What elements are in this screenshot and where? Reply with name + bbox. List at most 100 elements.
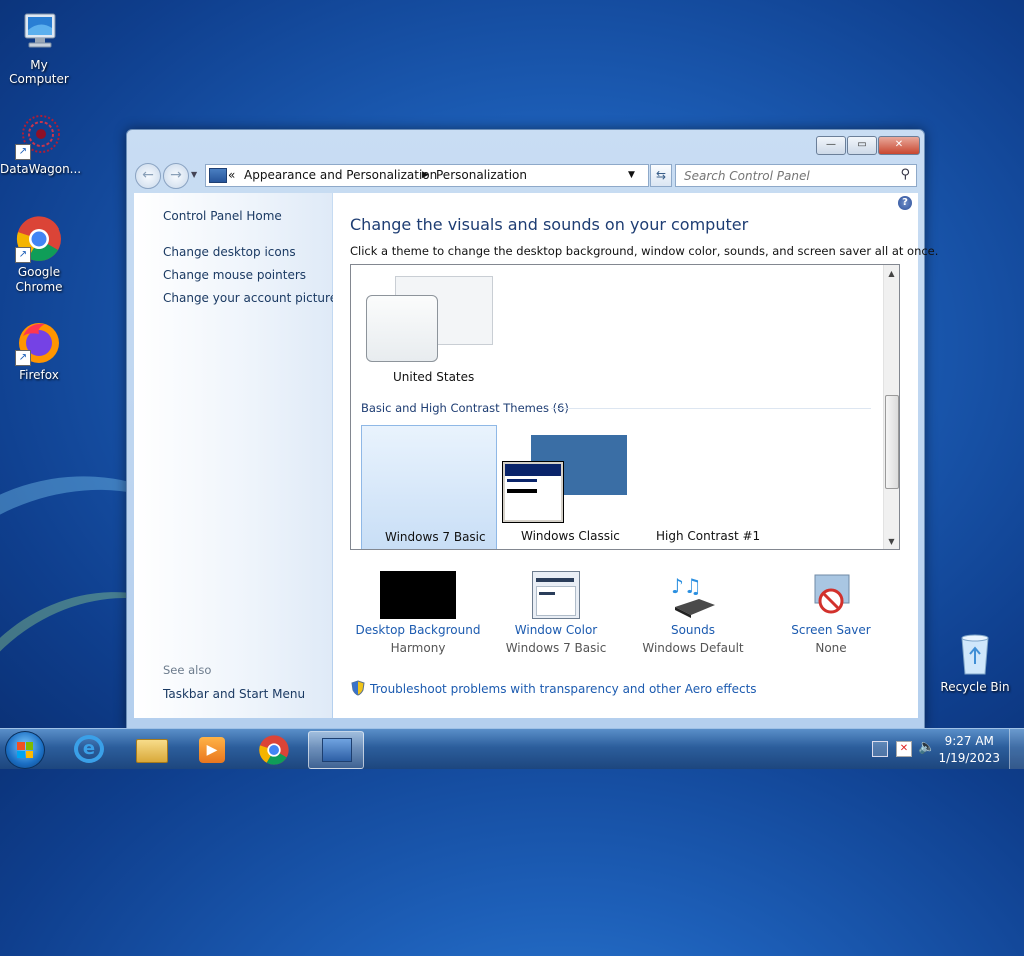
back-button[interactable]: ← <box>135 163 161 189</box>
internet-explorer-icon: e <box>74 735 104 763</box>
address-dropdown-icon[interactable]: ▼ <box>628 170 635 180</box>
datawagon-icon: ↗ <box>15 112 63 160</box>
network-icon[interactable] <box>872 741 888 757</box>
taskbar-media-player[interactable]: ▶ <box>185 731 239 767</box>
recent-pages-dropdown[interactable]: ▼ <box>191 170 197 179</box>
setting-label[interactable]: Window Color <box>491 623 621 637</box>
group-header-basic-themes: Basic and High Contrast Themes (6) <box>361 401 569 415</box>
breadcrumb-personalization[interactable]: Personalization <box>436 168 527 182</box>
setting-label[interactable]: Sounds <box>628 623 758 637</box>
theme-label: Windows 7 Basic <box>385 530 486 544</box>
window-color-setting[interactable]: Window Color Windows 7 Basic <box>491 571 621 655</box>
desktop-icon-datawagon[interactable]: ↗ DataWagon... <box>0 112 82 176</box>
theme-preview-window <box>502 461 564 523</box>
action-center-icon[interactable]: ✕ <box>896 741 912 757</box>
theme-windows-classic[interactable]: Windows Classic <box>499 425 633 549</box>
screen-saver-setting[interactable]: Screen Saver None <box>766 571 896 655</box>
page-title: Change the visuals and sounds on your co… <box>350 215 749 234</box>
task-pane: Control Panel Home Change desktop icons … <box>134 193 337 718</box>
help-icon[interactable]: ? <box>898 196 912 210</box>
theme-label: United States <box>393 370 475 384</box>
personalization-window: — ▭ ✕ ← → ▼ « Appearance and Personaliza… <box>126 129 938 729</box>
desktop-icon-label: Recycle Bin <box>940 680 1010 694</box>
theme-label: Windows Classic <box>521 529 620 543</box>
setting-label[interactable]: Desktop Background <box>353 623 483 637</box>
scroll-down-icon[interactable]: ▼ <box>884 537 899 546</box>
close-button[interactable]: ✕ <box>878 136 920 155</box>
system-tray: ✕ 🔈 9:27 AM 1/19/2023 <box>864 729 1024 769</box>
see-also-label: See also <box>163 663 212 677</box>
theme-label: High Contrast #1 <box>656 529 761 543</box>
setting-value: None <box>815 641 847 655</box>
desktop-background-setting[interactable]: Desktop Background Harmony <box>353 571 483 655</box>
breadcrumb-prefix[interactable]: « <box>228 168 235 182</box>
theme-united-states[interactable]: United States <box>361 273 495 393</box>
desktop-icon-recycle-bin[interactable]: Recycle Bin <box>936 630 1014 694</box>
show-desktop-button[interactable] <box>1009 729 1024 769</box>
setting-value: Windows Default <box>642 641 744 655</box>
clock-date: 1/19/2023 <box>938 751 1000 765</box>
theme-high-contrast-1[interactable]: High Contrast #1 <box>637 425 771 549</box>
shortcut-arrow-icon: ↗ <box>15 247 31 263</box>
clock-time: 9:27 AM <box>944 734 994 748</box>
theme-windows-7-basic[interactable]: Windows 7 Basic <box>361 425 497 549</box>
troubleshoot-label[interactable]: Troubleshoot problems with transparency … <box>370 682 757 696</box>
scroll-up-icon[interactable]: ▲ <box>884 269 899 278</box>
change-account-picture-link[interactable]: Change your account picture <box>163 291 337 305</box>
desktop-icon-my-computer[interactable]: My Computer <box>0 8 78 86</box>
chrome-icon <box>259 735 289 765</box>
volume-icon[interactable]: 🔈 <box>918 739 935 755</box>
page-subtitle: Click a theme to change the desktop back… <box>350 244 939 258</box>
group-divider <box>551 408 871 409</box>
desktop-icon-label: My Computer <box>9 58 69 86</box>
theme-list-scrollbar[interactable]: ▲ ▼ <box>883 265 899 549</box>
search-icon[interactable]: ⚲ <box>900 167 910 182</box>
sounds-icon: ♪♫ <box>669 571 717 619</box>
control-panel-icon <box>322 738 352 762</box>
address-bar[interactable]: « Appearance and Personalization ▶ Perso… <box>205 164 649 187</box>
desktop-icon-firefox[interactable]: ↗ Firefox <box>0 318 78 382</box>
change-mouse-pointers-link[interactable]: Change mouse pointers <box>163 268 306 282</box>
theme-preview-window <box>366 295 438 362</box>
search-input[interactable] <box>682 168 886 184</box>
setting-value: Windows 7 Basic <box>505 641 607 655</box>
theme-list: United States Basic and High Contrast Th… <box>350 264 900 550</box>
forward-button[interactable]: → <box>163 163 189 189</box>
windows-logo-icon <box>17 742 33 758</box>
shield-icon <box>351 680 365 696</box>
clock[interactable]: 9:27 AM 1/19/2023 <box>938 733 1000 767</box>
sounds-setting[interactable]: ♪♫ Sounds Windows Default <box>628 571 758 655</box>
maximize-button[interactable]: ▭ <box>847 136 877 155</box>
desktop-icon-label: DataWagon... <box>0 162 82 176</box>
breadcrumb-appearance[interactable]: Appearance and Personalization <box>244 168 437 182</box>
control-panel-icon <box>209 168 227 183</box>
content-pane: ? Change the visuals and sounds on your … <box>333 193 938 718</box>
shortcut-arrow-icon: ↗ <box>15 144 31 160</box>
scroll-thumb[interactable] <box>885 395 899 489</box>
control-panel-home-link[interactable]: Control Panel Home <box>163 209 282 223</box>
computer-icon <box>15 8 63 56</box>
window-controls: — ▭ ✕ <box>816 136 920 155</box>
taskbar-google-chrome[interactable] <box>247 731 301 767</box>
change-desktop-icons-link[interactable]: Change desktop icons <box>163 245 296 259</box>
navigation-bar: ← → ▼ « Appearance and Personalization ▶… <box>135 161 917 189</box>
breadcrumb-separator-icon[interactable]: ▶ <box>422 170 429 180</box>
refresh-button[interactable]: ⇆ <box>650 164 672 187</box>
search-box[interactable]: ⚲ <box>675 164 917 187</box>
taskbar-control-panel[interactable] <box>308 731 364 769</box>
start-button[interactable] <box>5 731 45 769</box>
taskbar-start-menu-link[interactable]: Taskbar and Start Menu <box>163 687 305 701</box>
setting-label[interactable]: Screen Saver <box>766 623 896 637</box>
shortcut-arrow-icon: ↗ <box>15 350 31 366</box>
taskbar-file-explorer[interactable] <box>124 731 178 767</box>
desktop-icon-label: Firefox <box>19 368 59 382</box>
minimize-button[interactable]: — <box>816 136 846 155</box>
setting-value: Harmony <box>390 641 446 655</box>
desktop-icon-google-chrome[interactable]: ↗ Google Chrome <box>0 215 78 295</box>
taskbar: e ▶ ✕ 🔈 9:27 AM 1/19/2023 <box>0 728 1024 769</box>
troubleshoot-link[interactable]: Troubleshoot problems with transparency … <box>350 680 757 696</box>
taskbar-internet-explorer[interactable]: e <box>63 731 117 767</box>
firefox-icon: ↗ <box>15 318 63 366</box>
svg-text:♪♫: ♪♫ <box>671 574 702 598</box>
media-player-icon: ▶ <box>199 737 225 763</box>
